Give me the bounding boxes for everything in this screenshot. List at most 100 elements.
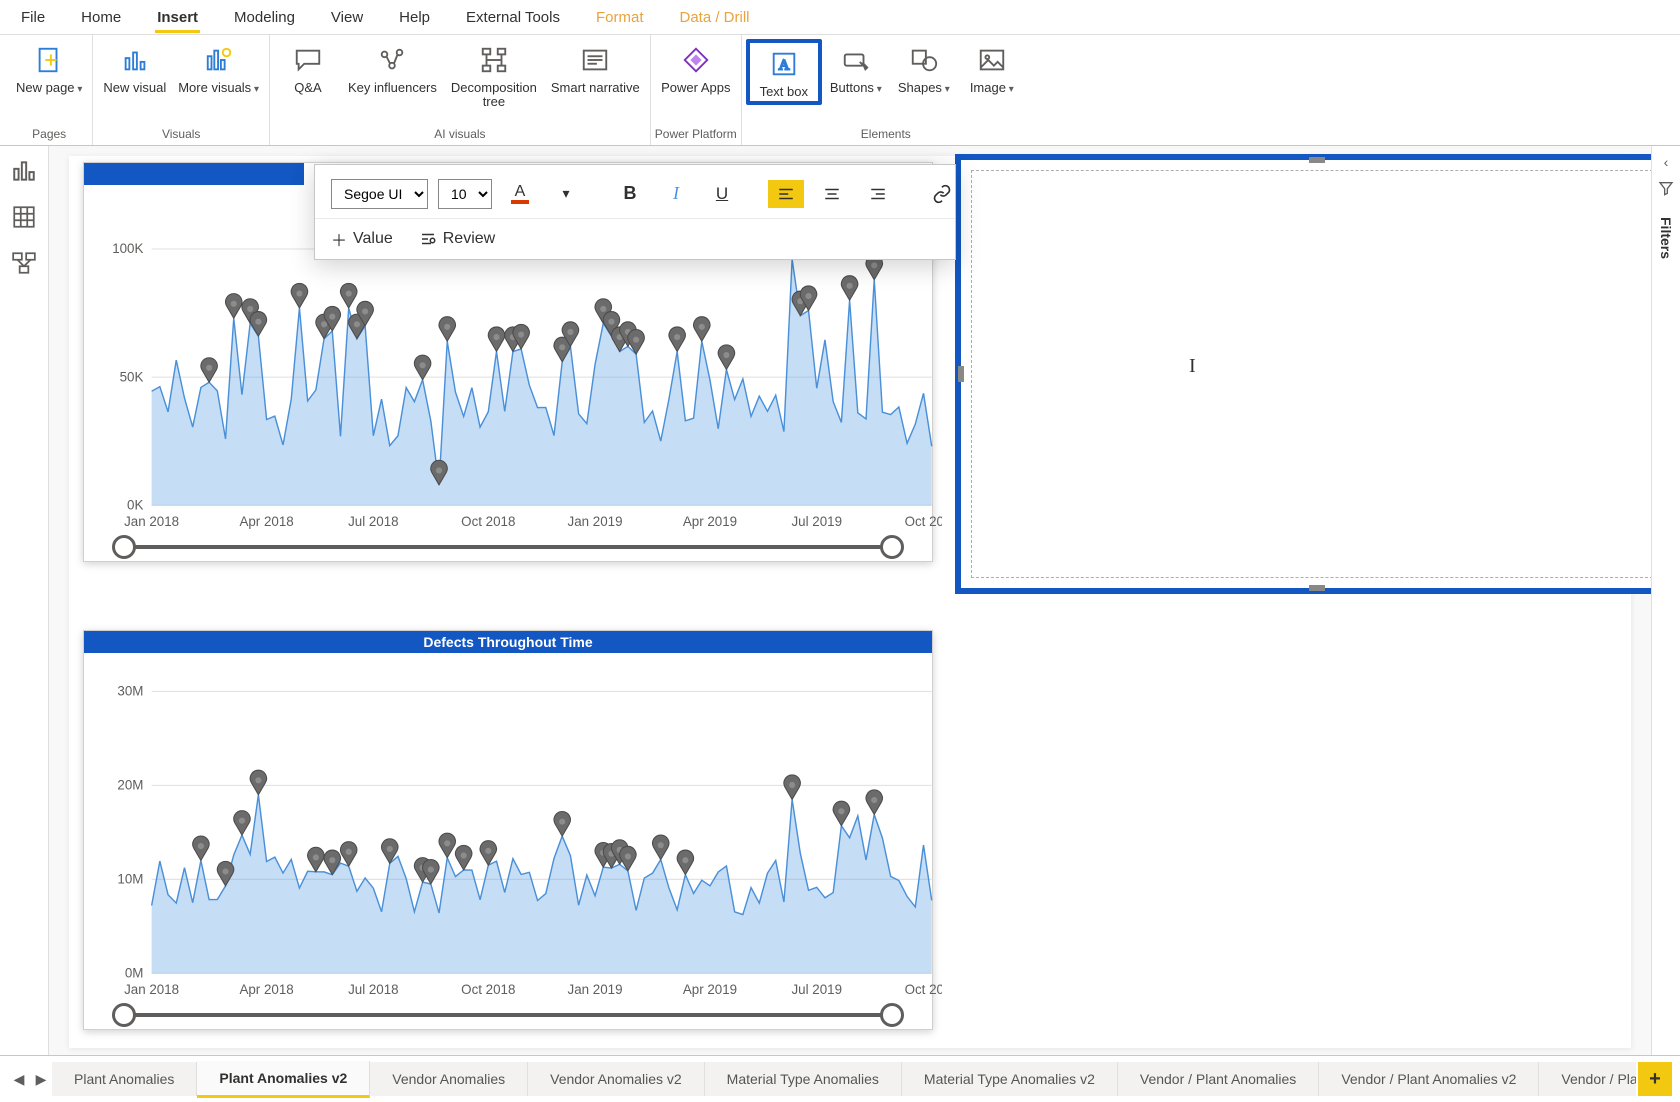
- data-view-icon[interactable]: [11, 204, 37, 230]
- ribbon-new-page[interactable]: New page: [10, 39, 88, 97]
- page-scroll-left[interactable]: ◀: [8, 1064, 30, 1094]
- svg-text:Oct 2018: Oct 2018: [461, 514, 515, 529]
- hyperlink-button[interactable]: [924, 180, 960, 208]
- tab-external-tools[interactable]: External Tools: [449, 2, 577, 33]
- tab-data-drill[interactable]: Data / Drill: [663, 2, 767, 33]
- svg-text:0K: 0K: [127, 497, 143, 512]
- report-view-icon[interactable]: [11, 158, 37, 184]
- visual-textbox-selected[interactable]: I: [955, 154, 1651, 594]
- more-visuals-icon: [202, 43, 236, 77]
- buttons-label: Buttons: [830, 81, 882, 95]
- ribbon-more-visuals[interactable]: More visuals: [172, 39, 265, 97]
- ribbon-smart-narrative[interactable]: Smart narrative: [545, 39, 646, 97]
- ribbon-image[interactable]: Image: [958, 39, 1026, 97]
- more-visuals-label: More visuals: [178, 81, 259, 95]
- top-menu: File Home Insert Modeling View Help Exte…: [0, 0, 1680, 35]
- page-tab[interactable]: Material Type Anomalies v2: [902, 1062, 1118, 1096]
- add-page-button[interactable]: +: [1638, 1062, 1672, 1096]
- top-date-slider[interactable]: [124, 545, 892, 549]
- view-rail: [0, 146, 49, 1058]
- sel-handle-n[interactable]: [1309, 157, 1325, 163]
- svg-text:Oct 2019: Oct 2019: [905, 514, 942, 529]
- page-tab[interactable]: Vendor / Plant Anomalies v2: [1319, 1062, 1539, 1096]
- ribbon-group-visuals: New visualMore visualsVisuals: [93, 35, 270, 145]
- page-tab[interactable]: Plant Anomalies v2: [197, 1061, 370, 1098]
- svg-text:Apr 2018: Apr 2018: [239, 982, 293, 997]
- svg-text:Apr 2019: Apr 2019: [683, 982, 737, 997]
- add-value-label: Value: [353, 230, 393, 248]
- svg-text:Oct 2019: Oct 2019: [905, 982, 942, 997]
- page-tab[interactable]: Vendor / Plant Ano…: [1539, 1062, 1636, 1096]
- bottom-date-slider[interactable]: [124, 1013, 892, 1017]
- align-right-button[interactable]: [860, 180, 896, 208]
- tab-view[interactable]: View: [314, 2, 380, 33]
- svg-text:100K: 100K: [112, 241, 143, 256]
- font-family-select[interactable]: Segoe UI: [331, 179, 428, 209]
- underline-button[interactable]: U: [704, 180, 740, 208]
- new-visual-label: New visual: [103, 81, 166, 95]
- report-canvas[interactable]: 0K50K100KJan 2018Apr 2018Jul 2018Oct 201…: [69, 156, 1631, 1048]
- review-label: Review: [443, 230, 495, 248]
- ribbon-group-label: AI visuals: [434, 125, 485, 145]
- ribbon-qna[interactable]: Q&A: [274, 39, 342, 97]
- tab-format[interactable]: Format: [579, 2, 661, 33]
- ribbon: New pagePagesNew visualMore visualsVisua…: [0, 35, 1680, 146]
- filters-pane-icon[interactable]: [1658, 180, 1674, 199]
- expand-right-pane[interactable]: ‹: [1664, 154, 1669, 170]
- key-influencers-icon: [375, 43, 409, 77]
- font-color-caret[interactable]: ▾: [548, 180, 584, 208]
- ribbon-group-label: Elements: [861, 125, 911, 145]
- page-scroll-right[interactable]: ▶: [30, 1064, 52, 1094]
- text-cursor-icon: I: [1189, 355, 1196, 378]
- tab-modeling[interactable]: Modeling: [217, 2, 312, 33]
- page-tab[interactable]: Vendor / Plant Anomalies: [1118, 1062, 1319, 1096]
- text-box-icon: A: [767, 47, 801, 81]
- new-visual-icon: [118, 43, 152, 77]
- sel-handle-s[interactable]: [1309, 585, 1325, 591]
- page-tab[interactable]: Vendor Anomalies: [370, 1062, 528, 1096]
- page-tab[interactable]: Vendor Anomalies v2: [528, 1062, 705, 1096]
- slider-bottom-left-handle[interactable]: [112, 1003, 136, 1027]
- ribbon-key-influencers[interactable]: Key influencers: [342, 39, 443, 97]
- canvas-area: 0K50K100KJan 2018Apr 2018Jul 2018Oct 201…: [49, 146, 1651, 1058]
- slider-top-right-handle[interactable]: [880, 535, 904, 559]
- text-format-toolbar: Segoe UI 10 A ▾ B I U: [314, 164, 956, 260]
- page-tab[interactable]: Plant Anomalies: [52, 1062, 197, 1096]
- ribbon-buttons[interactable]: Buttons: [822, 39, 890, 97]
- qna-label: Q&A: [294, 81, 321, 95]
- ribbon-decomposition-tree[interactable]: Decomposition tree: [443, 39, 545, 112]
- slider-top-left-handle[interactable]: [112, 535, 136, 559]
- filters-pane-label[interactable]: Filters: [1658, 217, 1674, 259]
- svg-text:Apr 2019: Apr 2019: [683, 514, 737, 529]
- align-left-button[interactable]: [768, 180, 804, 208]
- svg-text:20M: 20M: [117, 777, 143, 792]
- slider-bottom-right-handle[interactable]: [880, 1003, 904, 1027]
- textbox-content[interactable]: [971, 170, 1651, 578]
- svg-text:Apr 2018: Apr 2018: [239, 514, 293, 529]
- ribbon-text-box[interactable]: A Text box: [746, 39, 822, 105]
- align-center-button[interactable]: [814, 180, 850, 208]
- bold-button[interactable]: B: [612, 180, 648, 208]
- italic-button[interactable]: I: [658, 180, 694, 208]
- page-tab[interactable]: Material Type Anomalies: [705, 1062, 902, 1096]
- ribbon-power-apps[interactable]: Power Apps: [655, 39, 736, 97]
- right-rail: ‹ Filters: [1651, 146, 1680, 1058]
- ribbon-shapes[interactable]: Shapes: [890, 39, 958, 97]
- visual-bottom-chart[interactable]: Defects Throughout Time 0M10M20M30MJan 2…: [83, 630, 933, 1030]
- svg-text:A: A: [778, 58, 789, 74]
- ribbon-new-visual[interactable]: New visual: [97, 39, 172, 97]
- font-size-select[interactable]: 10: [438, 179, 492, 209]
- sel-handle-w[interactable]: [958, 366, 964, 382]
- review-button[interactable]: Review: [419, 230, 495, 248]
- svg-text:10M: 10M: [117, 871, 143, 886]
- key-influencers-label: Key influencers: [348, 81, 437, 95]
- tab-insert[interactable]: Insert: [140, 2, 215, 33]
- tab-home[interactable]: Home: [64, 2, 138, 33]
- svg-text:Jul 2019: Jul 2019: [791, 514, 842, 529]
- tab-help[interactable]: Help: [382, 2, 447, 33]
- tab-file[interactable]: File: [4, 2, 62, 33]
- font-color-button[interactable]: A: [502, 180, 538, 208]
- add-value-button[interactable]: ＋ Value: [331, 227, 393, 251]
- text-box-label: Text box: [760, 85, 808, 99]
- model-view-icon[interactable]: [11, 250, 37, 276]
